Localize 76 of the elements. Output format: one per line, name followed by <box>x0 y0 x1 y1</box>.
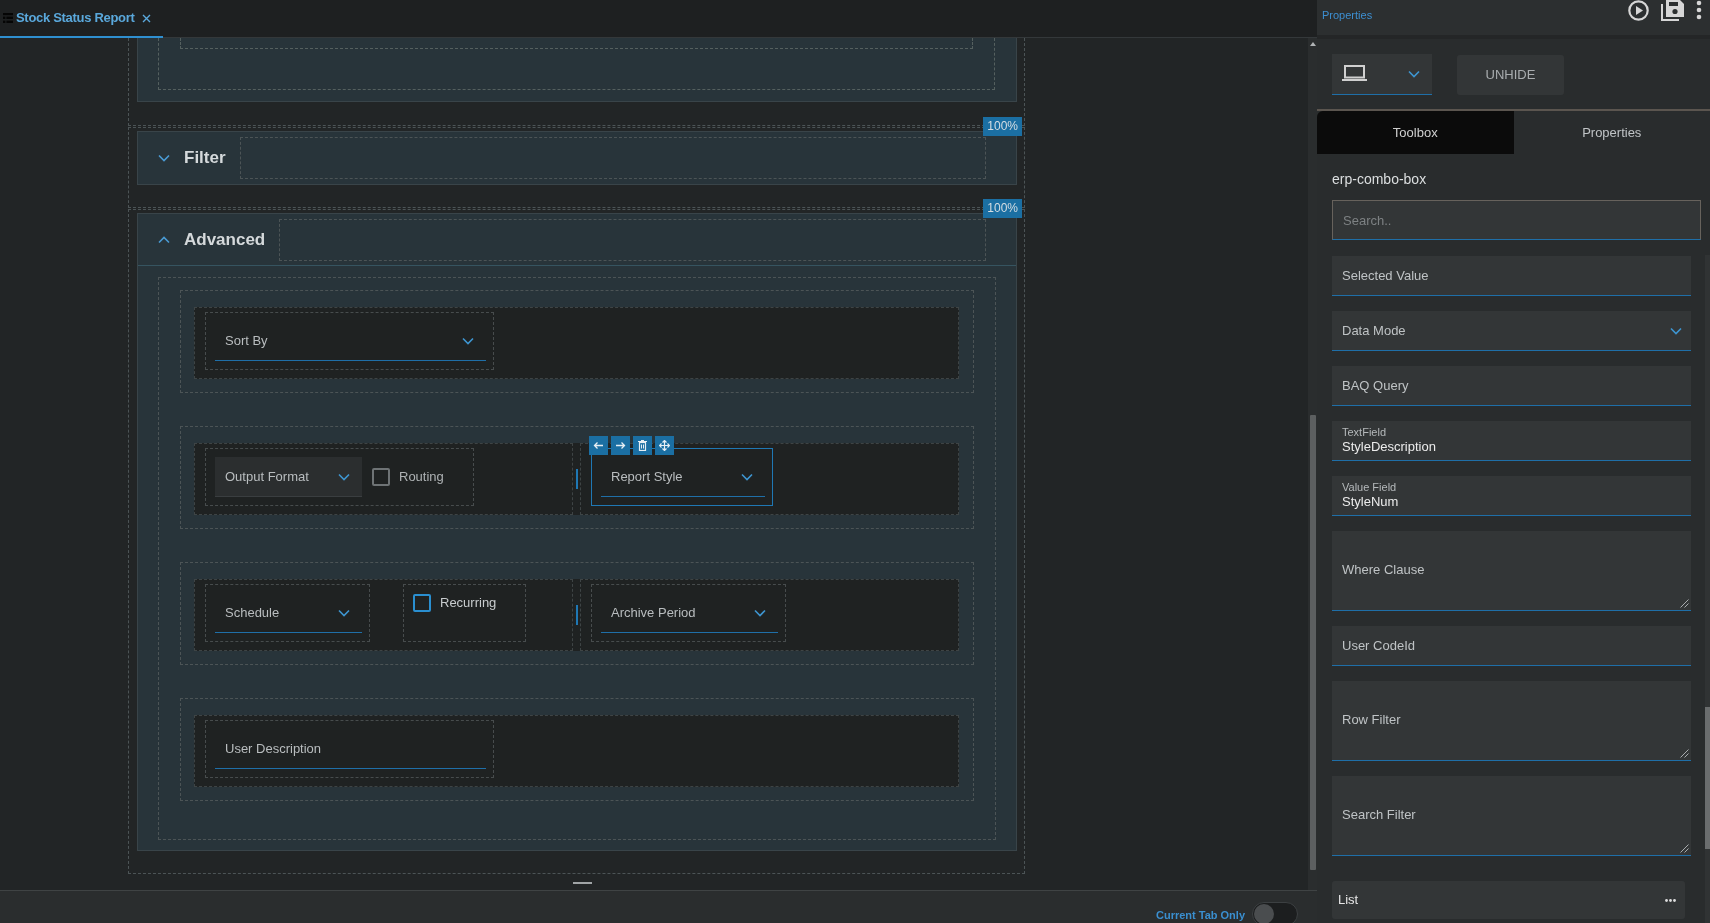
column-splitter[interactable] <box>575 605 578 625</box>
move-left-button[interactable] <box>589 436 608 455</box>
field-value: StyleNum <box>1342 494 1399 510</box>
width-badge: 100% <box>983 117 1022 136</box>
text-field[interactable]: BAQ Query <box>1332 366 1691 406</box>
chevron-down-icon <box>1408 70 1420 78</box>
chevron-down-icon <box>753 608 766 617</box>
section-title: Filter <box>184 147 226 170</box>
list-field[interactable]: List <box>1332 881 1685 919</box>
scrollbar-thumb[interactable] <box>1705 707 1710 849</box>
field-label: User CodeId <box>1342 637 1415 654</box>
text-field[interactable]: User CodeId <box>1332 626 1691 666</box>
more-vertical-icon[interactable] <box>1696 0 1702 20</box>
chevron-down-icon <box>740 472 753 481</box>
arrow-right-icon <box>615 441 626 450</box>
section-title: Advanced <box>184 228 266 251</box>
chevron-down-icon <box>1670 326 1682 335</box>
more-horizontal-icon[interactable] <box>1665 898 1676 902</box>
delete-button[interactable] <box>633 436 652 455</box>
column-splitter[interactable] <box>575 469 578 489</box>
resize-grip-icon[interactable] <box>1680 844 1689 853</box>
component-name: erp-combo-box <box>1332 170 1427 188</box>
text-field[interactable]: Selected Value <box>1332 256 1691 296</box>
resize-grip-icon[interactable] <box>1680 599 1689 608</box>
toggle-switch[interactable] <box>1252 902 1298 923</box>
dropdown[interactable]: Schedule <box>215 593 362 633</box>
field-label: Selected Value <box>1342 267 1429 284</box>
device-dropdown[interactable] <box>1332 54 1432 95</box>
chevron-down-icon <box>462 336 474 345</box>
save-icon[interactable] <box>1661 0 1684 21</box>
chevron-down-icon <box>338 472 350 481</box>
dropdown[interactable]: Sort By <box>215 321 486 361</box>
field-label: BAQ Query <box>1342 377 1409 394</box>
field-label: Search Filter <box>1342 807 1416 823</box>
scrollbar[interactable] <box>1308 38 1317 890</box>
field-label: TextField <box>1342 426 1387 439</box>
move-right-button[interactable] <box>611 436 630 455</box>
chevron-down-icon <box>338 608 350 617</box>
dropdown[interactable]: Archive Period <box>601 593 778 633</box>
checkbox-label: Recurring <box>440 594 497 612</box>
laptop-icon <box>1342 64 1367 81</box>
chevron-up-icon[interactable] <box>158 235 170 244</box>
field-value: StyleDescription <box>1342 439 1436 455</box>
textarea-field[interactable]: Search Filter <box>1332 776 1691 856</box>
textarea-field[interactable]: Row Filter <box>1332 681 1691 761</box>
checkbox[interactable] <box>413 593 431 612</box>
field-label: Value Field <box>1342 481 1397 494</box>
chevron-down-icon[interactable] <box>158 154 170 162</box>
play-circle-icon[interactable] <box>1628 0 1649 21</box>
field-label: Row Filter <box>1342 712 1401 728</box>
scrollbar-thumb[interactable] <box>1309 415 1316 870</box>
close-icon[interactable] <box>141 13 151 23</box>
properties-link[interactable]: Properties <box>1322 8 1373 22</box>
select-field[interactable]: Data Mode <box>1332 311 1691 351</box>
dropdown[interactable]: Report Style <box>601 457 765 497</box>
panel-tab[interactable]: Properties <box>1513 111 1710 154</box>
toggle-label: Current Tab Only <box>1155 908 1245 922</box>
width-badge: 100% <box>983 199 1022 218</box>
move-icon <box>659 440 670 451</box>
resize-handle[interactable] <box>573 882 592 884</box>
table-icon <box>3 13 13 23</box>
resize-grip-icon[interactable] <box>1680 749 1689 758</box>
scroll-up-arrow-icon[interactable] <box>1309 42 1316 46</box>
text-field[interactable]: User Description <box>215 729 486 769</box>
field-label: Where Clause <box>1342 562 1425 578</box>
scrollbar[interactable] <box>1705 255 1710 923</box>
text-field[interactable]: TextField StyleDescription <box>1332 421 1691 461</box>
textarea-field[interactable]: Where Clause <box>1332 531 1691 611</box>
checkbox-label: Routing <box>399 468 444 487</box>
trash-icon <box>638 440 647 451</box>
arrow-left-icon <box>593 441 604 450</box>
drag-button[interactable] <box>655 436 674 455</box>
panel-tab[interactable]: Toolbox <box>1317 111 1514 154</box>
unhide-button[interactable]: UNHIDE <box>1457 54 1564 95</box>
search-field[interactable]: Search.. <box>1332 200 1701 240</box>
text-field[interactable]: Value Field StyleNum <box>1332 476 1691 516</box>
